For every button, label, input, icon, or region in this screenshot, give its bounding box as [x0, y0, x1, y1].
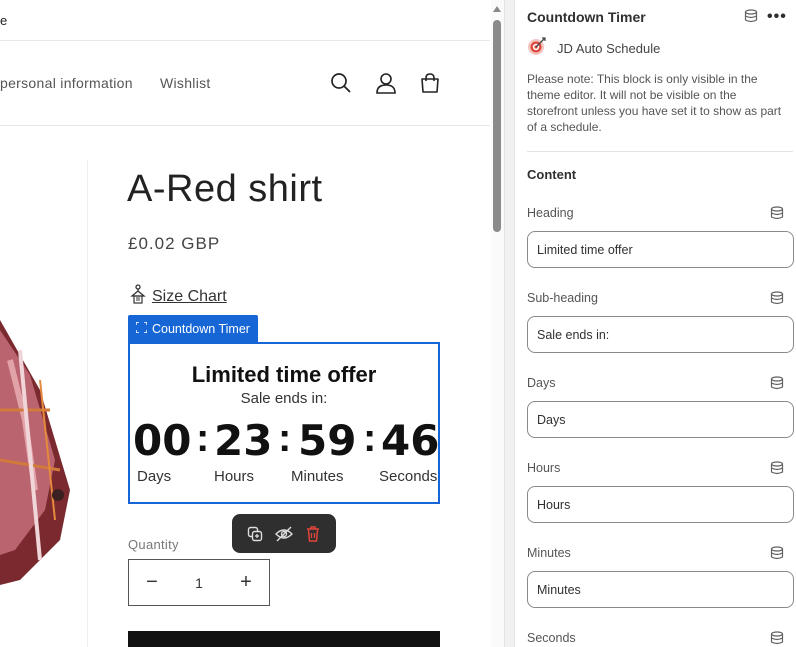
- countdown-timer-block[interactable]: Limited time offer Sale ends in: 00 : 23…: [128, 342, 440, 504]
- field-label-seconds: Seconds: [527, 631, 576, 645]
- field-label-hours: Hours: [527, 461, 561, 475]
- countdown-days-label: Days: [137, 468, 172, 485]
- visibility-note: Please note: This block is only visible …: [527, 72, 782, 134]
- hanger-icon: [130, 284, 146, 309]
- field-label-subheading: Sub-heading: [527, 291, 598, 305]
- dynamic-source-icon[interactable]: [770, 546, 784, 565]
- countdown-hours-value: 23: [214, 416, 273, 465]
- account-icon[interactable]: [373, 70, 399, 96]
- search-icon[interactable]: [328, 70, 354, 96]
- dynamic-source-icon[interactable]: [770, 206, 784, 225]
- selection-icon: [135, 320, 148, 336]
- countdown-hours-label: Hours: [214, 468, 255, 485]
- divider: [527, 151, 793, 152]
- product-image[interactable]: [0, 160, 88, 647]
- divider: [0, 40, 490, 41]
- app-name: JD Auto Schedule: [557, 41, 661, 56]
- field-label-heading: Heading: [527, 206, 574, 220]
- countdown-seconds-value: 46: [381, 416, 440, 465]
- hours-label-input[interactable]: [527, 486, 794, 523]
- countdown-heading: Limited time offer: [191, 362, 377, 387]
- countdown-block-tag[interactable]: Countdown Timer: [128, 315, 258, 342]
- add-to-cart-button[interactable]: [128, 631, 440, 647]
- storefront-preview: e personal information Wishlist A-Red sh…: [0, 0, 505, 647]
- countdown-separator: :: [278, 416, 292, 460]
- scrollbar-thumb[interactable]: [493, 20, 501, 232]
- dynamic-source-icon[interactable]: [770, 376, 784, 395]
- countdown-days-value: 00: [133, 416, 192, 465]
- quantity-stepper: − 1 +: [128, 559, 270, 606]
- theme-editor: e personal information Wishlist A-Red sh…: [0, 0, 796, 647]
- quantity-increase-button[interactable]: +: [223, 560, 269, 605]
- field-label-minutes: Minutes: [527, 546, 571, 560]
- countdown-tag-label: Countdown Timer: [152, 321, 250, 336]
- countdown-minutes-label: Minutes: [291, 468, 344, 485]
- block-floating-toolbar: [232, 514, 336, 553]
- heading-input[interactable]: [527, 231, 794, 268]
- dynamic-source-icon[interactable]: [770, 631, 784, 647]
- section-title-content: Content: [527, 167, 577, 182]
- duplicate-icon[interactable]: [243, 522, 267, 546]
- dynamic-source-icon[interactable]: [770, 461, 784, 480]
- size-chart-label: Size Chart: [152, 287, 227, 305]
- countdown-seconds-label: Seconds: [379, 468, 438, 485]
- more-options-button[interactable]: •••: [767, 8, 787, 26]
- days-label-input[interactable]: [527, 401, 794, 438]
- scroll-up-arrow[interactable]: [493, 6, 501, 12]
- app-attribution[interactable]: JD Auto Schedule: [527, 36, 660, 61]
- countdown-minutes-value: 59: [298, 416, 357, 465]
- dynamic-source-icon[interactable]: [770, 291, 784, 310]
- panel-title: Countdown Timer: [527, 9, 646, 25]
- cart-icon[interactable]: [417, 70, 443, 96]
- product-title: A-Red shirt: [127, 168, 323, 210]
- hide-icon[interactable]: [272, 522, 296, 546]
- countdown-subheading: Sale ends in:: [240, 390, 328, 407]
- quantity-label: Quantity: [128, 537, 179, 552]
- nav-link-wishlist[interactable]: Wishlist: [160, 75, 211, 91]
- quantity-value[interactable]: 1: [195, 575, 203, 591]
- nav-link-personal-information[interactable]: personal information: [0, 75, 133, 91]
- dynamic-source-icon[interactable]: [744, 9, 758, 28]
- minutes-label-input[interactable]: [527, 571, 794, 608]
- product-price: £0.02 GBP: [128, 234, 221, 253]
- quantity-decrease-button[interactable]: −: [129, 560, 175, 605]
- delete-icon[interactable]: [301, 522, 325, 546]
- countdown-separator: :: [196, 416, 210, 460]
- divider: [0, 125, 490, 126]
- target-icon: [527, 36, 547, 61]
- field-label-days: Days: [527, 376, 556, 390]
- announcement-text: e: [0, 13, 8, 28]
- size-chart-link[interactable]: Size Chart: [130, 284, 227, 309]
- block-settings-panel: Countdown Timer ••• JD Auto Schedule Ple…: [514, 0, 796, 647]
- subheading-input[interactable]: [527, 316, 794, 353]
- countdown-separator: :: [363, 416, 377, 460]
